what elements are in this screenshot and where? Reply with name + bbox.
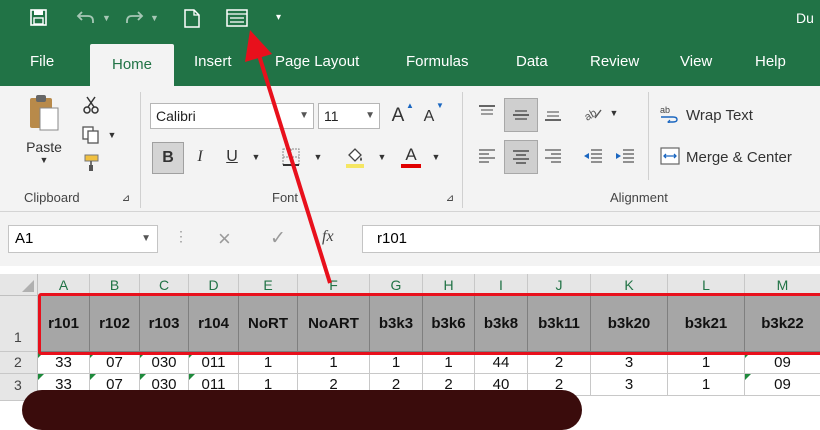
annotation-arrow (245, 30, 332, 284)
annotation-arrow-line (256, 51, 332, 284)
dark-overlay-shape (22, 390, 582, 430)
annotation-arrow-head (245, 30, 272, 62)
